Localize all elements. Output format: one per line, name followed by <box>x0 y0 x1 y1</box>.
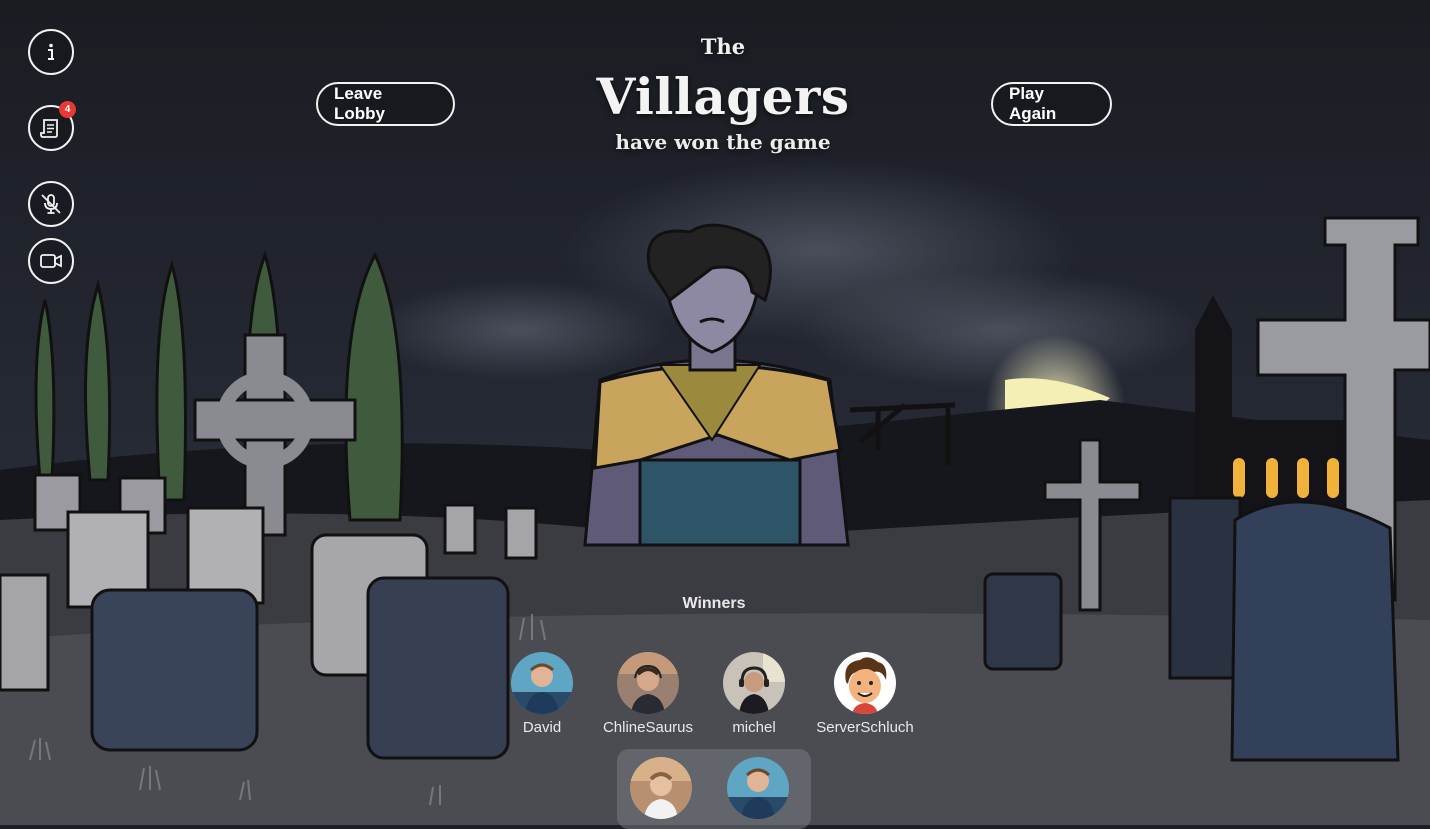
winning-team: Villagers <box>596 67 850 126</box>
webcam-avatar <box>723 652 785 714</box>
winners-heading: Winners <box>682 595 746 612</box>
result-title: The Villagers have won the game <box>515 34 931 154</box>
leave-lobby-button[interactable]: Leave Lobby <box>316 82 455 126</box>
mic-muted-icon <box>41 194 61 214</box>
microphone-toggle[interactable] <box>28 181 74 227</box>
title-subtitle: have won the game <box>615 130 831 154</box>
scroll-log-icon <box>40 119 58 138</box>
winner-player[interactable]: ServerSchluch <box>800 652 930 736</box>
video-feed-tray <box>617 749 811 829</box>
notification-badge: 4 <box>59 101 76 118</box>
webcam-avatar <box>617 652 679 714</box>
cartoon-avatar <box>834 652 896 714</box>
video-camera-icon <box>40 254 62 268</box>
info-button[interactable] <box>28 29 74 75</box>
info-icon <box>48 43 54 60</box>
webcam-avatar <box>511 652 573 714</box>
camera-toggle[interactable] <box>28 238 74 284</box>
title-prefix: The <box>700 34 746 59</box>
webcam-feed[interactable] <box>727 757 789 819</box>
game-log-button[interactable]: 4 <box>28 101 76 151</box>
webcam-feed[interactable] <box>630 757 692 819</box>
player-name: ServerSchluch <box>816 719 914 736</box>
play-again-button[interactable]: Play Again <box>991 82 1112 126</box>
